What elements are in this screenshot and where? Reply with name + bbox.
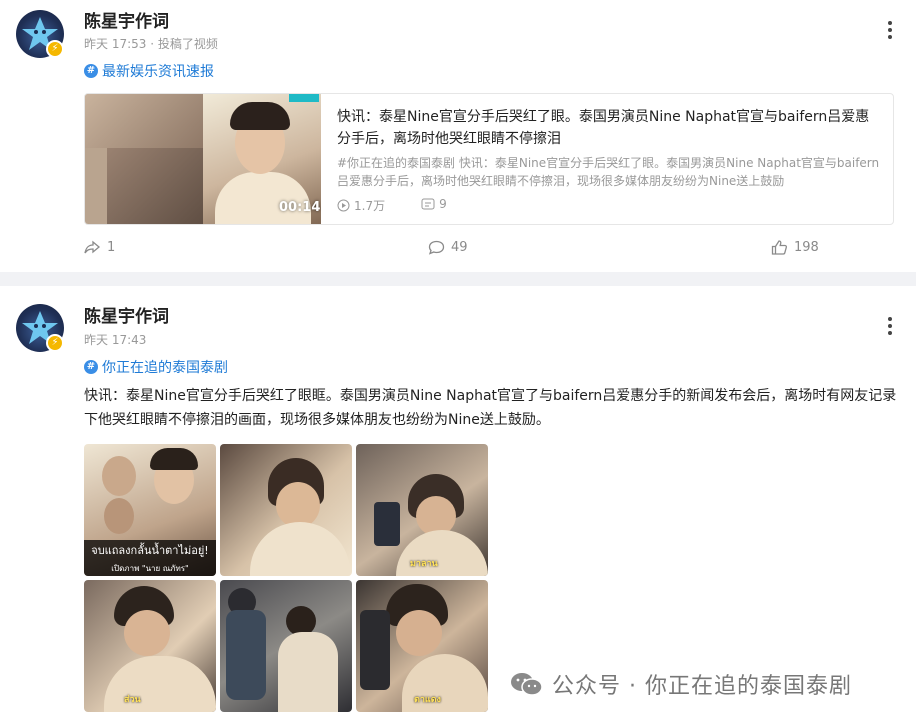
video-title[interactable]: 快讯：泰星Nine官宣分手后哭红了眼。泰国男演员Nine Naphat官宣与ba… — [337, 106, 883, 150]
more-options-icon[interactable] — [880, 314, 900, 338]
post-actions: 1 49 198 — [0, 240, 916, 260]
post-image[interactable]: จบแถลงกลั้นน้ำตาไม่อยู่! เปิดภาพ "นาย ณภ… — [84, 444, 216, 576]
share-icon — [84, 240, 101, 254]
post-image[interactable] — [220, 580, 352, 712]
post-image[interactable]: มาลาน — [356, 444, 488, 576]
comment-button[interactable]: 49 — [428, 240, 468, 255]
post-text: 快讯：泰星Nine官宣分手后哭红了眼眶。泰国男演员Nine Naphat官宣了与… — [84, 388, 897, 428]
hashtag-icon: # — [84, 360, 98, 374]
topic-link[interactable]: # 你正在追的泰国泰剧 — [84, 357, 228, 377]
play-icon — [337, 199, 350, 212]
feed-post: ⚡ 陈星宇作词 昨天 17:53 · 投稿了视频 # 最新娱乐资讯速报 00:1… — [0, 0, 916, 272]
share-button[interactable]: 1 — [84, 240, 115, 255]
image-grid: จบแถลงกลั้นน้ำตาไม่อยู่! เปิดภาพ "นาย ณภ… — [84, 444, 488, 714]
video-thumbnail[interactable]: 00:14 — [85, 94, 321, 224]
video-card[interactable]: 00:14 快讯：泰星Nine官宣分手后哭红了眼。泰国男演员Nine Napha… — [84, 93, 894, 225]
wechat-icon — [511, 673, 543, 696]
feed-post: ⚡ 陈星宇作词 昨天 17:43 # 你正在追的泰国泰剧 快讯：泰星Nine官宣… — [0, 286, 916, 720]
post-image[interactable]: ส่วน — [84, 580, 216, 712]
topic-link[interactable]: # 最新娱乐资讯速报 — [84, 61, 214, 81]
username[interactable]: 陈星宇作词 — [84, 7, 169, 32]
post-image[interactable]: ตาแดง — [356, 580, 488, 712]
image-caption: จบแถลงกลั้นน้ำตาไม่อยู่! — [84, 540, 216, 562]
watermark: 公众号 · 你正在追的泰国泰剧 — [510, 668, 852, 700]
play-count: 1.7万 — [337, 197, 385, 214]
post-divider — [0, 272, 916, 286]
verified-badge: ⚡ — [46, 334, 64, 352]
post-image[interactable] — [220, 444, 352, 576]
danmaku-icon — [421, 198, 435, 210]
post-meta: 昨天 17:53 · 投稿了视频 — [84, 37, 218, 51]
danmaku-count: 9 — [421, 197, 447, 214]
hashtag-icon: # — [84, 64, 98, 78]
thumbs-up-icon — [771, 240, 788, 255]
topic-label: 你正在追的泰国泰剧 — [102, 360, 228, 376]
like-button[interactable]: 198 — [771, 240, 819, 255]
topic-label: 最新娱乐资讯速报 — [102, 64, 214, 80]
video-description: #你正在追的泰国泰剧 快讯：泰星Nine官宣分手后哭红了眼。泰国男演员Nine … — [337, 156, 880, 188]
more-options-icon[interactable] — [880, 18, 900, 42]
verified-badge: ⚡ — [46, 40, 64, 58]
username[interactable]: 陈星宇作词 — [84, 302, 169, 327]
video-duration: 00:14 — [279, 200, 321, 215]
image-subcaption: เปิดภาพ "นาย ณภัทร" — [84, 562, 216, 576]
comment-icon — [428, 240, 445, 255]
video-stats: 1.7万 9 — [337, 197, 447, 214]
post-meta: 昨天 17:43 — [84, 333, 147, 347]
